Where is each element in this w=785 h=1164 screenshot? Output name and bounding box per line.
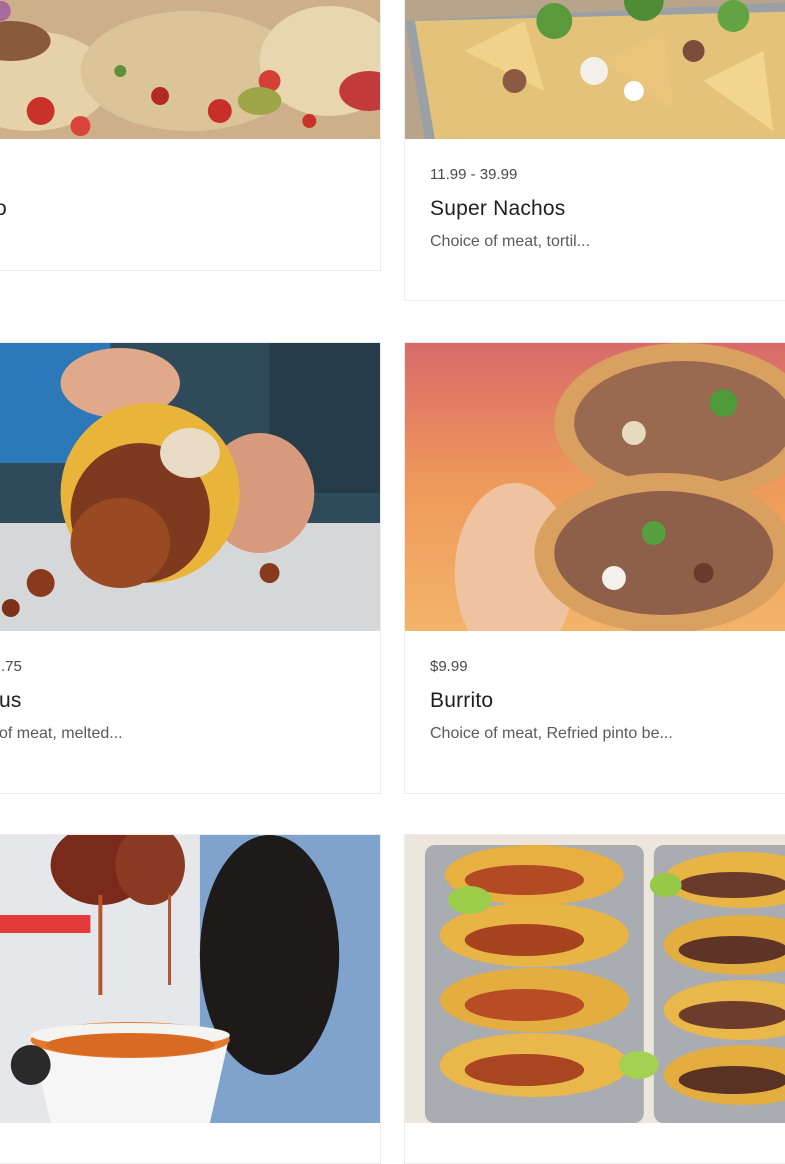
- menu-item-card-piro[interactable]: piro: [0, 0, 381, 271]
- menu-item-name: piro: [0, 197, 7, 221]
- birria-dip-photo: [0, 835, 380, 1123]
- quesataco-photo: [0, 343, 380, 631]
- nachos-tray-photo: [405, 0, 785, 139]
- menu-item-price: $9.99: [430, 658, 468, 675]
- taco-trays-photo: [405, 835, 785, 1123]
- menu-item-description: Choice of meat, tortil...: [430, 233, 591, 250]
- menu-item-name: Burrito: [430, 689, 494, 712]
- menu-item-card-tacos[interactable]: [404, 834, 785, 1164]
- menu-item-card-super-nachos[interactable]: 11.99 - 39.99 Super Nachos Choice of mea…: [404, 0, 785, 301]
- menu-item-price: 11.99 - 39.99: [430, 166, 518, 183]
- menu-item-name: us: [0, 689, 22, 712]
- menu-item-card-burrito[interactable]: $9.99 Burrito Choice of meat, Refried pi…: [404, 342, 785, 794]
- menu-item-description: of meat, melted...: [0, 725, 123, 742]
- menu-item-price: .75: [1, 658, 22, 675]
- menu-item-card-quesatacos[interactable]: .75 us of meat, melted...: [0, 342, 381, 794]
- menu-item-name: Super Nachos: [430, 197, 566, 220]
- burrito-photo: [405, 343, 785, 631]
- tacos-platter-photo: [0, 0, 380, 139]
- menu-item-card-birria[interactable]: [0, 834, 381, 1164]
- menu-item-description: Choice of meat, Refried pinto be...: [430, 725, 673, 742]
